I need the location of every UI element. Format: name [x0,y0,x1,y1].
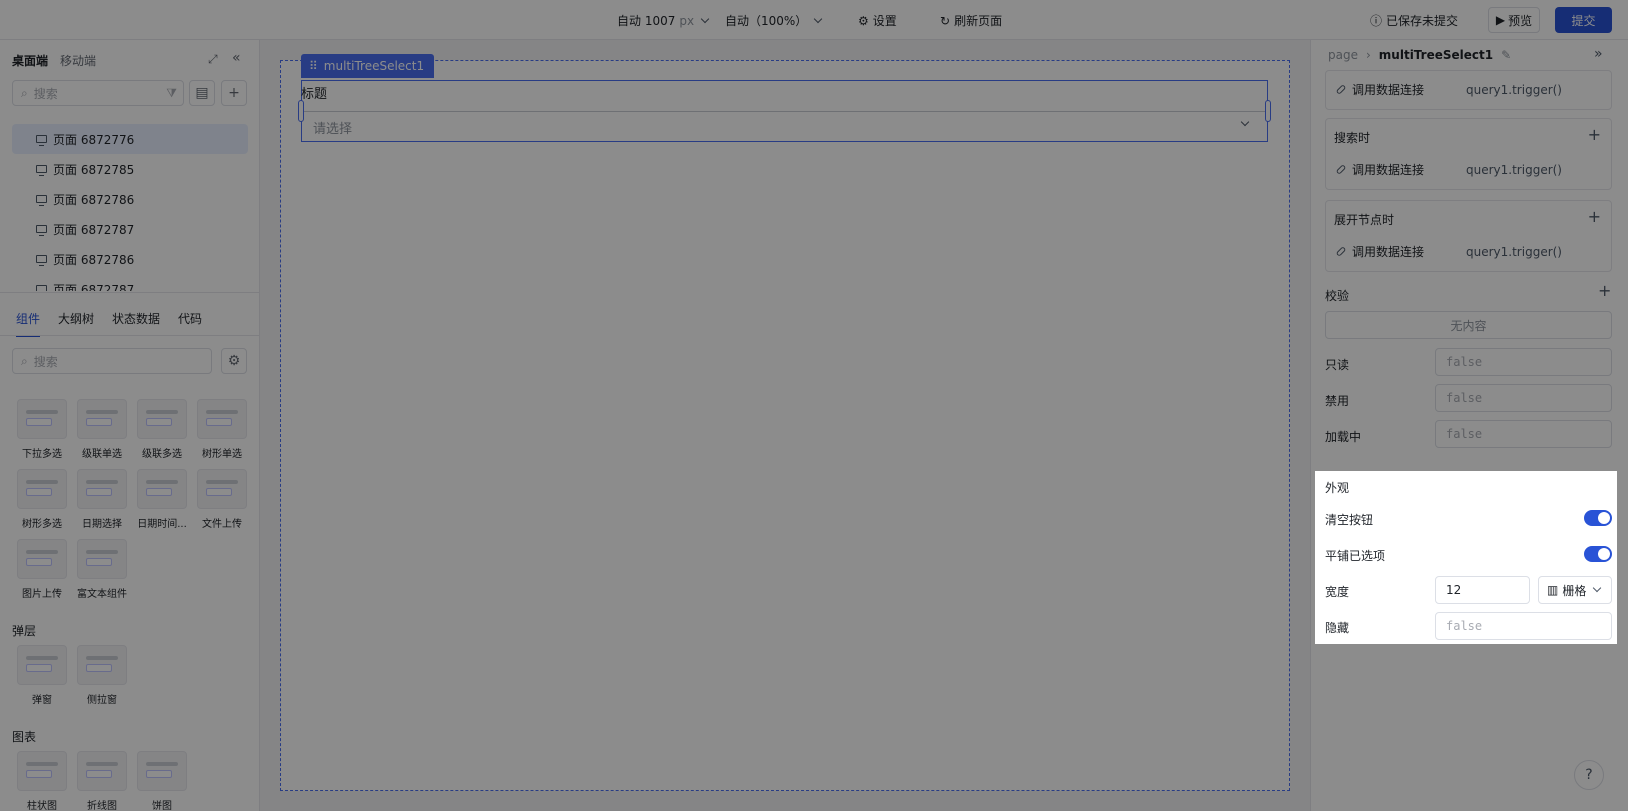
width-input[interactable]: 12 [1435,576,1530,604]
tile-selected-toggle[interactable] [1584,546,1612,562]
grid-unit-select[interactable]: ▥ 栅格 [1538,576,1612,604]
tile-selected-label: 平铺已选项 [1325,549,1386,563]
clear-button-toggle[interactable] [1584,510,1612,526]
hidden-label: 隐藏 [1325,621,1350,635]
hidden-input[interactable]: false [1435,612,1612,640]
grid-label: 栅格 [1562,583,1587,598]
width-label: 宽度 [1325,585,1350,599]
dim-overlay [0,0,1628,811]
chevron-down-icon [1593,583,1602,593]
grid-icon: ▥ [1547,583,1559,597]
appearance-title: 外观 [1325,481,1350,495]
clear-button-label: 清空按钮 [1325,513,1374,527]
